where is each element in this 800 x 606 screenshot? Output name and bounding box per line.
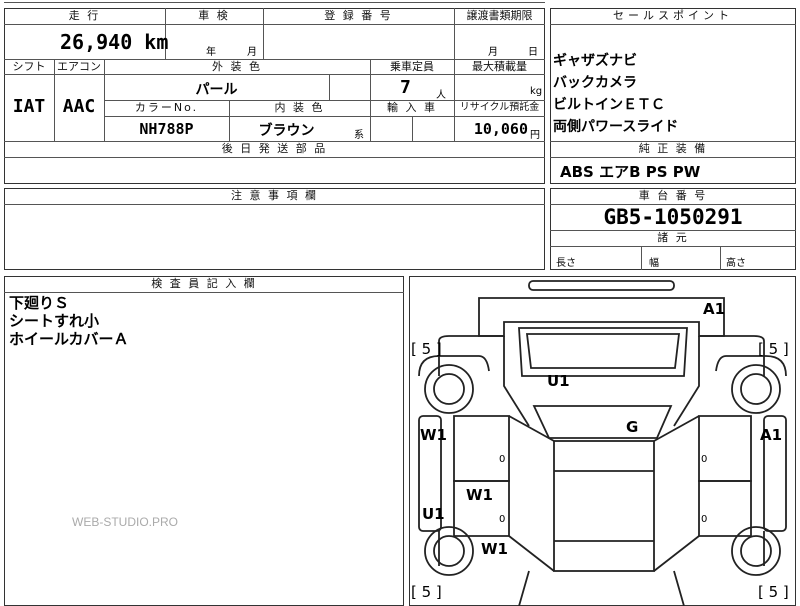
aircon-header: エアコン	[57, 60, 101, 73]
inspection-header: 車 検	[198, 9, 230, 22]
chassis-number: GB5-1050291	[603, 205, 743, 229]
dims-header: 諸 元	[657, 231, 689, 244]
inspector-line: 下廻りＳ	[9, 294, 70, 312]
zero-mark: 0	[499, 454, 506, 465]
capacity-value: 7	[400, 77, 411, 98]
recycle-header: リサイクル預託金	[459, 102, 540, 113]
length-label: 長さ	[556, 258, 576, 269]
inspection-year-label: 年	[206, 47, 216, 58]
recycle-value: 10,060	[473, 120, 528, 138]
recycle-unit: 円	[530, 130, 540, 141]
bracket-top-left: [ 5 ]	[411, 340, 442, 358]
bracket-bottom-right: [ 5 ]	[758, 583, 789, 601]
mark-a1-right: A1	[760, 426, 783, 444]
max-load-unit: kg	[530, 86, 543, 97]
notes-header: 注 意 事 項 欄	[231, 189, 318, 202]
transfer-day-label: 日	[528, 47, 538, 58]
equipment-header: 純 正 装 備	[638, 142, 708, 155]
capacity-unit: 人	[436, 90, 446, 101]
width-label: 幅	[649, 258, 659, 269]
interior-color-value: ブラウン	[258, 123, 315, 139]
car-outline-diagram	[418, 280, 787, 606]
bracket-bottom-left: [ 5 ]	[411, 583, 442, 601]
sales-point: 両側パワースライド	[553, 119, 679, 135]
color-no-value: NH788P	[139, 120, 194, 138]
exterior-color-value: パール	[195, 82, 238, 98]
aircon-value: AAC	[62, 96, 96, 117]
inspector-header: 検 査 員 記 入 欄	[151, 277, 257, 290]
transfer-month-label: 月	[488, 47, 498, 58]
bracket-top-right: [ 5 ]	[758, 340, 789, 358]
exterior-color-header: 外 装 色	[212, 60, 262, 73]
color-no-header: カラーNo.	[134, 101, 199, 114]
mark-w1-bottom: W1	[481, 540, 508, 558]
watermark: WEB-STUDIO.PRO	[72, 515, 179, 529]
mark-g-center: G	[626, 418, 639, 436]
sales-point: バックカメラ	[553, 75, 637, 91]
mark-u1-left: U1	[422, 505, 445, 523]
shift-value: IAT	[12, 96, 46, 117]
transfer-deadline-header: 譲渡書類期限	[466, 9, 533, 22]
max-load-header: 最大積載量	[472, 60, 527, 73]
sales-point: ギャザズナビ	[553, 53, 637, 69]
inspection-month-label: 月	[247, 47, 257, 58]
shift-header: シフト	[12, 60, 46, 73]
later-parts-header: 後 日 発 送 部 品	[221, 142, 328, 155]
interior-color-header: 内 装 色	[274, 101, 325, 114]
zero-mark: 0	[701, 514, 708, 525]
reg-number-header: 登 録 番 号	[324, 9, 393, 22]
mark-w1-lower: W1	[466, 486, 493, 504]
mileage-header: 走 行	[68, 9, 101, 22]
equipment-value: ABS エアB PS PW	[560, 163, 701, 181]
sales-points-header: セールスポイント	[613, 9, 733, 22]
inspector-line: シートすれ小	[9, 312, 100, 330]
mark-w1-left: W1	[420, 426, 447, 444]
zero-mark: 0	[701, 454, 708, 465]
chassis-header: 車 台 番 号	[638, 189, 708, 202]
zero-mark: 0	[499, 514, 506, 525]
mileage-value: 26,940 km	[60, 30, 169, 54]
height-label: 高さ	[726, 258, 746, 269]
interior-suffix: 系	[354, 130, 364, 141]
mark-a1-top: A1	[703, 300, 726, 318]
inspector-line: ホイールカバーＡ	[9, 330, 129, 348]
mark-u1-center: U1	[547, 372, 570, 390]
import-header: 輸 入 車	[387, 101, 437, 114]
capacity-header: 乗車定員	[390, 60, 434, 73]
sales-point: ビルトインＥＴＣ	[553, 97, 665, 113]
